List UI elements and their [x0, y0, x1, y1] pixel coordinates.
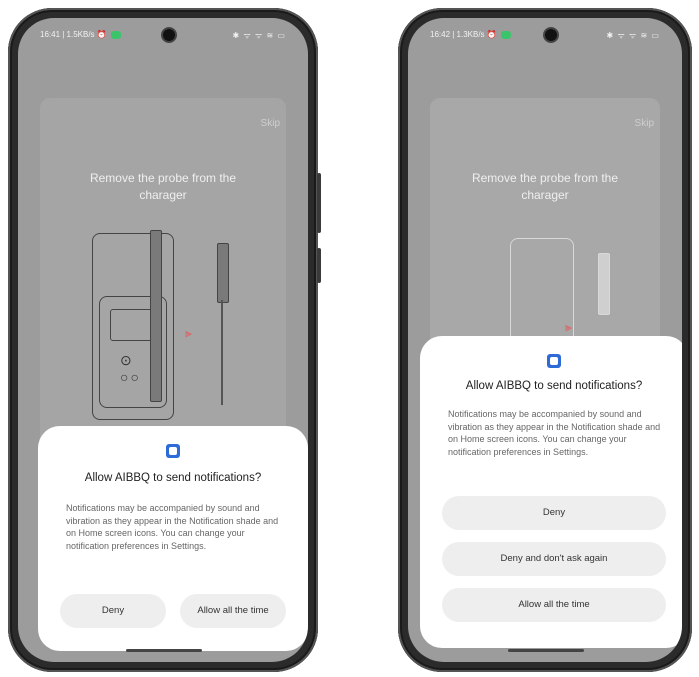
app-icon	[547, 354, 561, 368]
volume-button	[317, 248, 321, 283]
notification-app-icon	[501, 30, 511, 39]
skip-button[interactable]: Skip	[635, 118, 654, 129]
right-screen: 16:42 | 1.3KB/s ⏰ ✱ ᯤ ᯤ ≋ ▭ Skip Remove …	[408, 18, 682, 662]
alarm-icon: ⏰	[96, 30, 107, 39]
left-screen: 16:41 | 1.5KB/s ⏰ ✱ ᯤ ᯤ ≋ ▭ Skip Remove …	[18, 18, 308, 662]
dialog-title: Allow AIBBQ to send notifications?	[465, 380, 643, 392]
allow-all-the-time-button[interactable]: Allow all the time	[442, 588, 666, 622]
notification-app-icon	[111, 30, 121, 39]
charger-illustration: ⊙ ○○	[92, 230, 174, 420]
deny-button[interactable]: Deny	[442, 496, 666, 530]
direction-arrow-icon: ⫸	[185, 326, 192, 340]
docked-probe	[150, 230, 162, 402]
dialog-body: Notifications may be accompanied by soun…	[448, 409, 661, 457]
home-indicator[interactable]	[126, 649, 202, 652]
probe-illustration	[217, 243, 229, 303]
power-button	[317, 173, 321, 233]
front-camera	[545, 29, 557, 41]
deny-and-dont-ask-again-button[interactable]: Deny and don't ask again	[442, 542, 666, 576]
status-icons: ✱ ᯤ ᯤ ≋ ▭	[606, 31, 660, 40]
control-buttons: ⊙ ○○	[120, 352, 141, 385]
app-icon	[166, 444, 180, 458]
status-bar: 16:41 | 1.5KB/s ⏰ ✱ ᯤ ᯤ ≋ ▭	[18, 18, 308, 58]
status-time: 16:41 | 1.5KB/s ⏰	[40, 30, 121, 39]
deny-button[interactable]: Deny	[60, 594, 166, 628]
instruction-text: Remove the probe from the charager	[471, 171, 619, 202]
direction-arrow-icon: ⫸	[565, 320, 572, 334]
dialog-title: Allow AIBBQ to send notifications?	[84, 472, 262, 484]
alarm-icon: ⏰	[486, 30, 497, 39]
allow-all-the-time-button[interactable]: Allow all the time	[180, 594, 286, 628]
status-icons: ✱ ᯤ ᯤ ≋ ▭	[232, 31, 286, 40]
status-bar: 16:42 | 1.3KB/s ⏰ ✱ ᯤ ᯤ ≋ ▭	[408, 18, 682, 58]
skip-button[interactable]: Skip	[261, 118, 280, 129]
front-camera	[163, 29, 175, 41]
home-indicator[interactable]	[508, 649, 584, 652]
status-time: 16:42 | 1.3KB/s ⏰	[430, 30, 511, 39]
probe-illustration	[598, 253, 610, 315]
probe-needle	[221, 300, 223, 405]
notification-permission-dialog: Allow AIBBQ to send notifications? Notif…	[38, 426, 308, 651]
left-phone: 16:41 | 1.5KB/s ⏰ ✱ ᯤ ᯤ ≋ ▭ Skip Remove …	[8, 8, 321, 672]
right-phone: 16:42 | 1.3KB/s ⏰ ✱ ᯤ ᯤ ≋ ▭ Skip Remove …	[398, 8, 692, 672]
dialog-body: Notifications may be accompanied by soun…	[66, 503, 279, 551]
notification-permission-dialog: Allow AIBBQ to send notifications? Notif…	[420, 336, 682, 648]
instruction-text: Remove the probe from the charager	[89, 171, 237, 202]
